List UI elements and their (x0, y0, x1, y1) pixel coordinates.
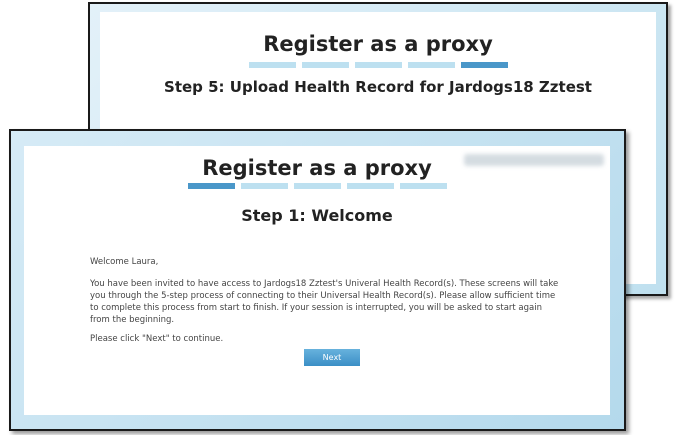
step-segment-4 (407, 62, 455, 68)
step-segment-5 (399, 183, 447, 189)
greeting-text: Welcome Laura, (90, 257, 159, 267)
step-segment-2 (240, 183, 288, 189)
front-window: Register as a proxy Step 1: Welcome Welc… (9, 129, 626, 431)
step-segment-3 (293, 183, 341, 189)
step-segment-4 (346, 183, 394, 189)
page-title: Register as a proxy (263, 32, 493, 56)
next-button[interactable]: Next (304, 349, 360, 366)
instruction-text: Please click "Next" to continue. (90, 334, 224, 344)
step-title: Step 5: Upload Health Record for Jardogs… (164, 78, 592, 96)
step-segment-2 (301, 62, 349, 68)
step-progress (24, 183, 610, 189)
step-segment-1 (248, 62, 296, 68)
front-window-panel: Register as a proxy Step 1: Welcome Welc… (24, 146, 610, 415)
page-title: Register as a proxy (202, 156, 432, 180)
step-segment-5 (460, 62, 508, 68)
step-progress (100, 62, 656, 68)
step-title: Step 1: Welcome (241, 206, 393, 225)
welcome-message: You have been invited to have access to … (90, 279, 559, 325)
step-segment-1 (187, 183, 235, 189)
step-segment-3 (354, 62, 402, 68)
